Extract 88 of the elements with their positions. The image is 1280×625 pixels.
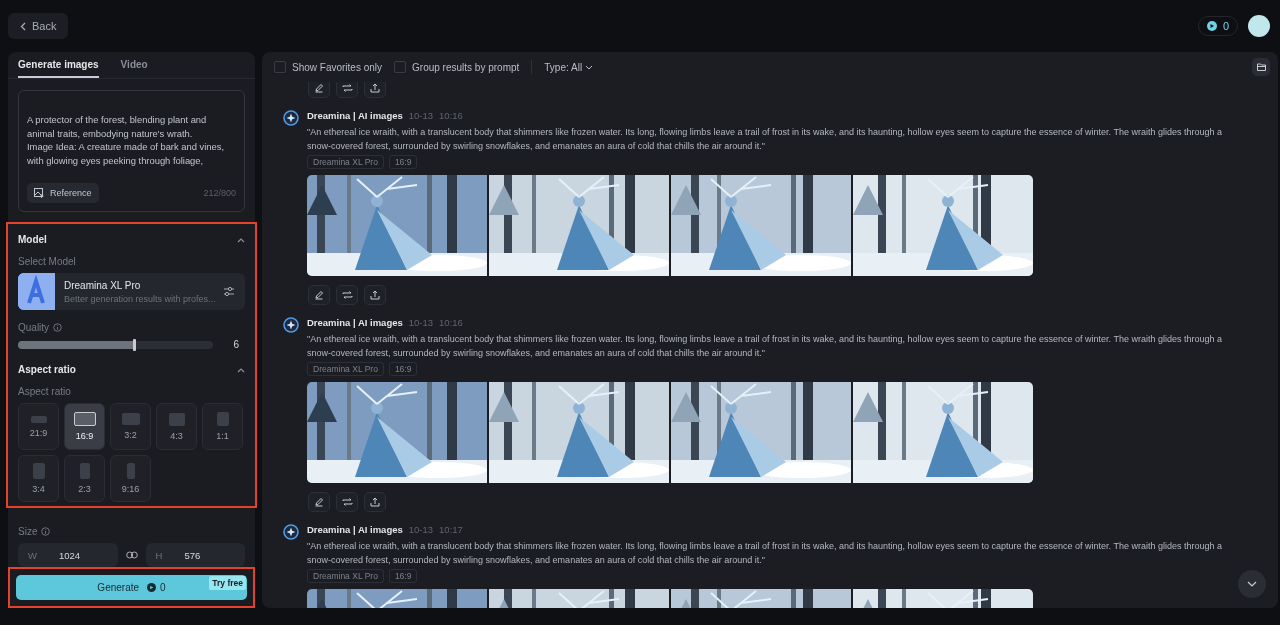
link-icon[interactable] [125, 551, 138, 559]
model-selector[interactable]: Dreamina XL Pro Better generation results with profes... [18, 273, 245, 310]
date-text: 10-13 [408, 110, 434, 121]
scroll-down-button[interactable] [1238, 570, 1266, 598]
repeat-icon [341, 290, 353, 300]
tag: 16:9 [388, 155, 418, 169]
date-text: 10-13 [408, 317, 434, 328]
date-text: 10-13 [408, 524, 434, 535]
chevron-left-icon [20, 21, 26, 31]
share-button[interactable] [364, 492, 386, 512]
author-name: Dreamina | AI images [307, 110, 403, 121]
model-description: Better generation results with profes... [64, 293, 217, 304]
tag: 16:9 [388, 362, 418, 376]
author-name: Dreamina | AI images [307, 317, 403, 328]
regenerate-button[interactable] [336, 285, 358, 305]
coin-icon [1206, 21, 1217, 31]
dreamina-logo-icon [283, 317, 299, 333]
section-title: Aspect ratio [18, 363, 76, 375]
time-text: 10:16 [439, 317, 463, 328]
regenerate-button[interactable] [336, 82, 358, 98]
share-button[interactable] [364, 82, 386, 98]
aspect-ratio-option[interactable]: 21:9 [18, 403, 59, 450]
model-name: Dreamina XL Pro [64, 279, 142, 291]
edit-button[interactable] [308, 285, 330, 305]
avatar[interactable] [1248, 15, 1270, 37]
aspect-ratio-option[interactable]: 4:3 [156, 403, 197, 450]
aspect-ratio-option[interactable]: 2:3 [64, 455, 105, 502]
pencil-icon [314, 83, 324, 93]
section-title: Model [18, 233, 47, 245]
upload-icon [370, 497, 380, 507]
chevron-up-icon[interactable] [237, 236, 245, 243]
prompt-text: "An ethereal ice wraith, with a translucent body that shimmers like frozen water. Its long, flowing limbs leave a trail of frost in its wake, and its haunting, hollow eyes seem to capture the essence of winter. The wraith glides through a snow-covered forest, surrounded by swirling snowflakes, and emanates an aura of cold that chills the air around it." [307, 126, 1223, 153]
tag: Dreamina XL Pro [307, 155, 384, 169]
upload-icon [370, 290, 380, 300]
folder-button[interactable] [1252, 58, 1270, 76]
edit-button[interactable] [308, 82, 330, 98]
aspect-ratio-option[interactable]: 16:9 [64, 403, 105, 450]
info-icon[interactable] [41, 527, 51, 536]
time-text: 10:16 [439, 110, 463, 121]
tag: Dreamina XL Pro [307, 569, 384, 583]
aspect-ratio-option[interactable]: 9:16 [110, 455, 151, 502]
aspect-ratio-option[interactable]: 3:4 [18, 455, 59, 502]
regenerate-button[interactable] [336, 492, 358, 512]
filter-checkbox[interactable]: Group results by prompt [394, 61, 520, 73]
pencil-icon [314, 497, 324, 507]
back-button[interactable]: Back [8, 13, 69, 39]
prompt-text: "An ethereal ice wraith, with a translucent body that shimmers like frozen water. Its long, flowing limbs leave a trail of frost in its wake, and its haunting, hollow eyes seem to capture the essence of winter. The wraith glides through a snow-covered forest, surrounded by swirling snowflakes, and emanates an aura of cold that chills the air around it." [307, 333, 1223, 360]
width-field[interactable]: W 1024 [18, 543, 118, 567]
try-free-badge: Try free [209, 576, 246, 590]
prompt-text: "An ethereal ice wraith, with a translucent body that shimmers like frozen water. Its long, flowing limbs leave a trail of frost in its wake, and its haunting, hollow eyes seem to capture the essence of winter. The wraith glides through a snow-covered forest, surrounded by swirling snowflakes, and emanates an aura of cold that chills the air around it." [307, 540, 1223, 567]
field-label: Aspect ratio [18, 386, 71, 397]
image-add-icon [34, 188, 44, 198]
quality-value: 6 [233, 339, 239, 350]
folder-icon [1256, 63, 1266, 71]
repeat-icon [341, 497, 353, 507]
info-icon[interactable] [53, 323, 63, 332]
filter-checkbox[interactable]: Show Favorites only [274, 61, 383, 73]
tab[interactable]: Generate images [18, 52, 99, 78]
field-label: Quality [18, 322, 50, 333]
tab[interactable]: Video [120, 52, 148, 78]
time-text: 10:17 [439, 524, 463, 535]
type-dropdown[interactable]: Type: All [544, 61, 594, 73]
reference-button[interactable]: Reference [27, 183, 99, 203]
edit-button[interactable] [308, 492, 330, 512]
prompt-field[interactable]: A protector of the forest, blending plant and animal traits, embodying nature's wrath. Image Idea: A creature made of bark and vines, with glowing eyes peeking through foliage, Reference 212/800 [18, 90, 245, 212]
chevron-down-icon [1247, 581, 1257, 587]
field-label: Size [18, 526, 38, 537]
aspect-ratio-option[interactable]: 3:2 [110, 403, 151, 450]
pencil-icon [314, 290, 324, 300]
height-field[interactable]: H 576 [145, 543, 245, 567]
dreamina-logo-icon [283, 110, 299, 126]
generate-button[interactable]: Generate 0 Try free [16, 575, 247, 600]
character-counter: 212/800 [203, 188, 236, 198]
tag: Dreamina XL Pro [307, 362, 384, 376]
aspect-ratio-option[interactable]: 1:1 [202, 403, 243, 450]
chevron-up-icon[interactable] [237, 366, 245, 373]
chevron-down-icon [585, 64, 594, 70]
model-thumbnail-icon [18, 273, 55, 310]
field-label: Select Model [18, 256, 76, 267]
dreamina-logo-icon [283, 524, 299, 540]
coin-icon [147, 583, 157, 592]
sliders-icon[interactable] [223, 286, 235, 297]
upload-icon [370, 83, 380, 93]
quality-slider[interactable] [18, 340, 213, 349]
tag: 16:9 [388, 569, 418, 583]
author-name: Dreamina | AI images [307, 524, 403, 535]
share-button[interactable] [364, 285, 386, 305]
repeat-icon [341, 83, 353, 93]
